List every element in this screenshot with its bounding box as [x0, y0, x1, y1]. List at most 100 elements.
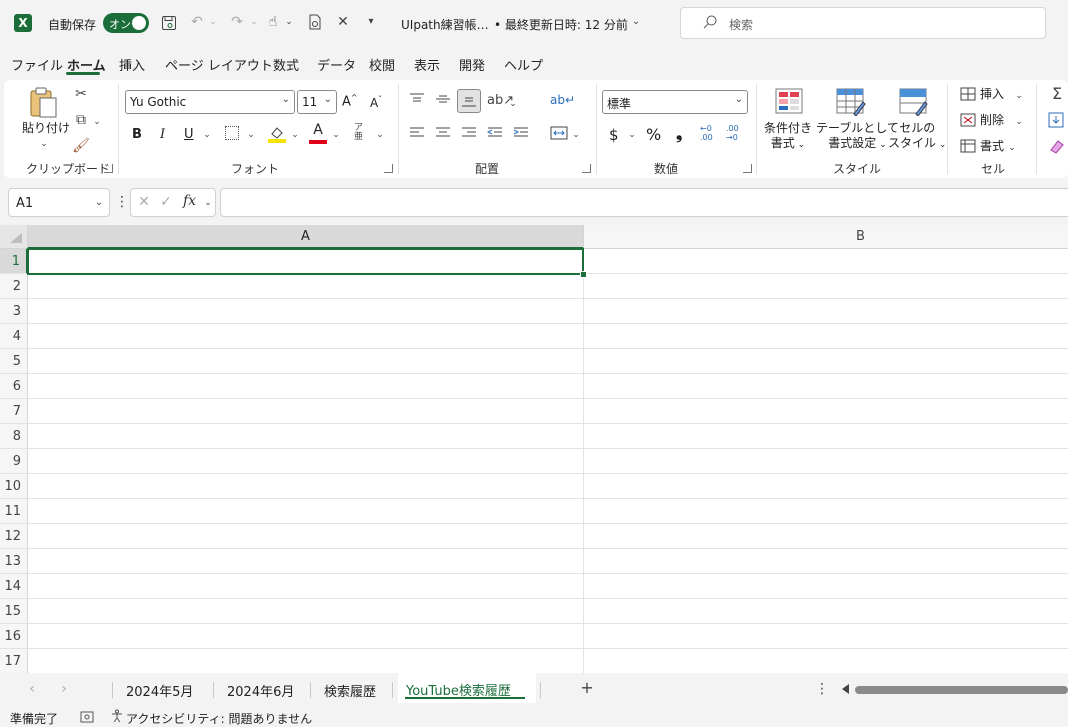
format-as-table-button[interactable]: テーブルとして 書式設定 ⌄	[816, 121, 899, 153]
chevron-down-icon[interactable]: ⌄	[630, 14, 642, 30]
align-right-icon[interactable]	[461, 126, 477, 143]
cell-styles-button[interactable]: セルの スタイル ⌄	[888, 121, 946, 153]
column-header-b[interactable]: B	[584, 225, 1068, 249]
macro-recording-icon[interactable]	[80, 711, 94, 726]
print-preview-icon[interactable]	[306, 14, 324, 34]
align-bottom-icon[interactable]	[457, 89, 481, 113]
row-header[interactable]: 12	[0, 524, 28, 549]
alignment-launcher-icon[interactable]	[582, 164, 591, 173]
active-cell[interactable]	[27, 248, 584, 275]
decrease-decimal-button[interactable]: .00 →0	[726, 124, 739, 142]
paste-icon[interactable]	[28, 86, 58, 121]
copy-dropdown-icon[interactable]: ⌄	[92, 114, 102, 130]
row-header[interactable]: 10	[0, 474, 28, 499]
cut-icon[interactable]: ✂	[72, 86, 90, 102]
paste-label[interactable]: 貼り付け	[22, 121, 70, 136]
formula-input[interactable]	[220, 188, 1068, 217]
row-header[interactable]: 8	[0, 424, 28, 449]
tab-developer[interactable]: 開発	[459, 55, 485, 74]
currency-dropdown-icon[interactable]: ⌄	[627, 127, 637, 143]
cell-styles-icon[interactable]	[899, 88, 929, 119]
row-header[interactable]: 14	[0, 574, 28, 599]
delete-cells-button[interactable]: 削除	[980, 113, 1004, 128]
format-cells-icon[interactable]	[960, 139, 976, 156]
fill-color-icon[interactable]	[267, 124, 287, 147]
underline-dropdown-icon[interactable]: ⌄	[202, 127, 212, 143]
row-header[interactable]: 1	[0, 249, 28, 274]
row-header[interactable]: 17	[0, 649, 28, 673]
redo-dropdown-icon[interactable]: ⌄	[249, 14, 259, 30]
phonetic-guide-icon[interactable]: ア亜	[354, 124, 363, 142]
borders-icon[interactable]	[225, 126, 239, 140]
orientation-icon[interactable]: ab↗	[487, 93, 514, 109]
conditional-formatting-button[interactable]: 条件付き 書式 ⌄	[764, 121, 812, 153]
wrap-text-icon[interactable]: ab↵	[550, 92, 575, 108]
clipboard-launcher-icon[interactable]	[104, 164, 113, 173]
customize-qat-icon[interactable]: ▾	[362, 14, 380, 30]
row-header[interactable]: 4	[0, 324, 28, 349]
insert-dropdown-icon[interactable]: ⌄	[1014, 88, 1024, 104]
tab-page-layout[interactable]: ページ レイアウト	[165, 55, 273, 74]
format-dropdown-icon[interactable]: ⌄	[1007, 140, 1017, 156]
search-box[interactable]: 検索	[680, 7, 1046, 39]
merge-dropdown-icon[interactable]: ⌄	[571, 127, 581, 143]
percent-button[interactable]: %	[646, 125, 661, 144]
row-header[interactable]: 9	[0, 449, 28, 474]
tab-file[interactable]: ファイル	[11, 55, 63, 74]
font-color-icon[interactable]: A	[308, 122, 328, 144]
tab-review[interactable]: 校閲	[369, 55, 395, 74]
italic-button[interactable]: I	[160, 127, 165, 142]
insert-function-button[interactable]: fx	[183, 193, 196, 209]
redo-icon[interactable]: ↷	[228, 14, 246, 30]
number-format-dropdown[interactable]: 標準 ⌄	[602, 90, 748, 114]
chevron-down-icon[interactable]: ⌄	[203, 195, 213, 211]
align-middle-icon[interactable]	[435, 92, 451, 109]
delete-dropdown-icon[interactable]: ⌄	[1014, 114, 1024, 130]
worksheet-grid[interactable]: A B 1 2 3 4 5 6 7 8 9 10 11 12 13 14 15 16 17	[0, 225, 1068, 673]
tab-formulas[interactable]: 数式	[273, 55, 299, 74]
tab-help[interactable]: ヘルプ	[504, 55, 543, 74]
column-header-a[interactable]: A	[28, 225, 584, 249]
currency-button[interactable]: $	[609, 126, 619, 144]
row-header[interactable]: 15	[0, 599, 28, 624]
more-sheets-icon[interactable]: ⋮	[815, 681, 829, 697]
font-launcher-icon[interactable]	[384, 164, 393, 173]
increase-decimal-button[interactable]: ←0 .00	[700, 124, 713, 142]
touch-dropdown-icon[interactable]: ⌄	[284, 14, 294, 30]
autosave-toggle[interactable]: オン	[103, 13, 149, 33]
increase-font-size-icon[interactable]: A^	[342, 93, 358, 109]
row-header[interactable]: 3	[0, 299, 28, 324]
cancel-icon[interactable]: ✕	[137, 194, 151, 210]
undo-dropdown-icon[interactable]: ⌄	[208, 14, 218, 30]
scroll-left-icon[interactable]	[842, 684, 849, 694]
conditional-formatting-icon[interactable]	[775, 88, 803, 117]
select-all-button[interactable]	[0, 225, 28, 249]
align-center-icon[interactable]	[435, 126, 451, 143]
tab-insert[interactable]: 挿入	[119, 55, 145, 74]
fill-handle[interactable]	[580, 271, 587, 278]
name-box[interactable]: A1 ⌄	[8, 188, 110, 217]
row-header[interactable]: 13	[0, 549, 28, 574]
touch-mode-icon[interactable]: ☝	[264, 14, 282, 30]
font-size-dropdown[interactable]: 11 ⌄	[297, 90, 337, 114]
number-launcher-icon[interactable]	[743, 164, 752, 173]
comma-style-button[interactable]: ❟	[676, 124, 682, 144]
format-cells-button[interactable]: 書式	[980, 139, 1004, 154]
save-icon[interactable]	[160, 15, 178, 35]
decrease-indent-icon[interactable]	[486, 126, 503, 143]
format-painter-icon[interactable]: 🖌	[72, 138, 90, 154]
row-header[interactable]: 11	[0, 499, 28, 524]
insert-cells-icon[interactable]	[960, 87, 976, 104]
row-header[interactable]: 2	[0, 274, 28, 299]
bold-button[interactable]: B	[132, 127, 142, 142]
underline-button[interactable]: U	[184, 127, 194, 142]
row-header[interactable]: 5	[0, 349, 28, 374]
next-sheet-icon[interactable]: ›	[57, 681, 71, 697]
accessibility-status[interactable]: アクセシビリティ: 問題ありません	[126, 710, 312, 727]
previous-sheet-icon[interactable]: ‹	[25, 681, 39, 697]
paste-dropdown-icon[interactable]: ⌄	[38, 136, 50, 152]
increase-indent-icon[interactable]	[513, 126, 529, 143]
sheet-tab-2024-06[interactable]: 2024年6月	[227, 681, 294, 700]
sheet-tab-2024-05[interactable]: 2024年5月	[126, 681, 193, 700]
phonetic-dropdown-icon[interactable]: ⌄	[375, 127, 385, 143]
